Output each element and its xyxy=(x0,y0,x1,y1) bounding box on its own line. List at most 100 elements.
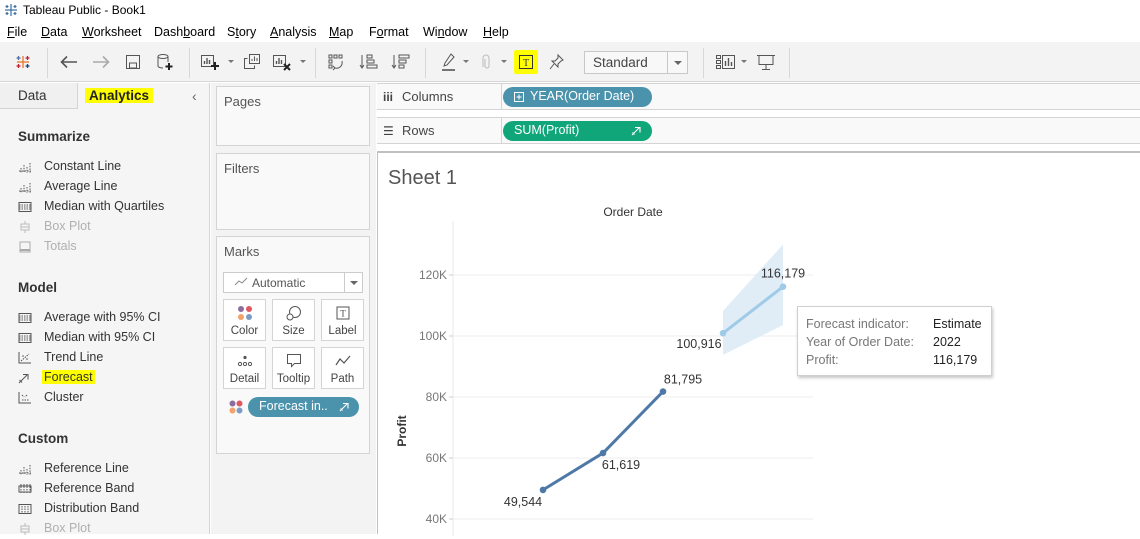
analytics-item-constant-line[interactable]: Constant Line xyxy=(18,159,198,177)
duplicate-sheet-icon[interactable] xyxy=(240,50,264,74)
marks-tooltip-button[interactable]: Tooltip xyxy=(272,347,315,389)
line-chart[interactable]: Order Date 40K 60K 80K 100K 120K Profit 49,544 6… xyxy=(378,153,1140,536)
expand-icon[interactable] xyxy=(514,92,524,102)
swap-rows-columns-icon[interactable] xyxy=(325,50,349,74)
save-icon[interactable] xyxy=(121,50,145,74)
fix-axes-icon[interactable] xyxy=(545,50,569,74)
tab-analytics[interactable]: Analytics xyxy=(78,83,210,109)
data-point[interactable] xyxy=(539,486,547,494)
menu-window[interactable]: Window xyxy=(423,25,467,39)
marks-label-button[interactable]: T Label xyxy=(321,299,364,341)
rows-pill[interactable]: SUM(Profit) xyxy=(503,121,652,141)
median-quartiles-icon xyxy=(18,202,32,212)
forecast-icon xyxy=(339,402,349,412)
menu-analysis[interactable]: Analysis xyxy=(270,25,317,39)
menu-dashboard[interactable]: Dashboard xyxy=(154,25,215,39)
series-line-actual[interactable] xyxy=(541,390,665,492)
tableau-logo-icon[interactable] xyxy=(11,50,35,74)
totals-icon xyxy=(19,241,31,253)
data-point[interactable] xyxy=(659,388,667,395)
columns-shelf-label: Columns xyxy=(402,89,454,104)
analytics-item-cluster[interactable]: Cluster xyxy=(18,390,198,408)
new-data-source-icon[interactable] xyxy=(153,50,177,74)
marks-label-label: Label xyxy=(328,325,357,337)
data-label: 61,619 xyxy=(602,458,640,472)
analytics-item-median-with-95-ci[interactable]: Median with 95% CI xyxy=(18,330,198,348)
collapse-pane-icon[interactable]: ‹ xyxy=(192,88,197,104)
marks-path-button[interactable]: Path xyxy=(321,347,364,389)
tab-data-label: Data xyxy=(18,88,47,103)
highlight-dropdown[interactable] xyxy=(463,60,469,63)
tooltip-value: 116,179 xyxy=(933,353,978,367)
filters-card[interactable]: Filters xyxy=(216,153,370,230)
color-icon xyxy=(237,306,252,320)
box-plot-icon xyxy=(20,221,30,233)
toolbar-separator xyxy=(425,48,426,78)
sort-ascending-icon[interactable] xyxy=(357,50,381,74)
menu-format[interactable]: Format xyxy=(369,25,409,39)
analytics-item-reference-band[interactable]: Reference Band xyxy=(18,481,198,499)
mark-type-select[interactable]: Automatic xyxy=(223,272,363,293)
data-point[interactable] xyxy=(719,329,727,337)
tooltip-value: Estimate xyxy=(933,317,982,331)
analytics-item-reference-line[interactable]: Reference Line xyxy=(18,461,198,479)
analytics-item-label: Reference Band xyxy=(44,481,135,495)
analytics-item-forecast[interactable]: Forecast xyxy=(18,370,198,388)
chevron-down-icon[interactable] xyxy=(667,52,687,73)
menu-worksheet[interactable]: Worksheet xyxy=(82,25,142,39)
menu-help[interactable]: Help xyxy=(483,25,509,39)
marks-size-label: Size xyxy=(282,325,305,337)
data-label: 81,795 xyxy=(664,373,702,387)
pages-card[interactable]: Pages xyxy=(216,86,370,146)
menu-map[interactable]: Map xyxy=(329,25,353,39)
group-members-dropdown[interactable] xyxy=(501,60,507,63)
columns-pill[interactable]: YEAR(Order Date) xyxy=(503,87,652,107)
sort-descending-icon[interactable] xyxy=(389,50,413,74)
show-me-icon[interactable] xyxy=(714,50,738,74)
data-point[interactable] xyxy=(599,449,607,457)
clear-sheet-dropdown[interactable] xyxy=(300,60,306,63)
presentation-mode-icon[interactable] xyxy=(754,50,778,74)
redo-icon[interactable] xyxy=(89,50,113,74)
analytics-item-distribution-band[interactable]: Distribution Band xyxy=(18,501,198,519)
data-label: 100,916 xyxy=(676,337,721,351)
mark-type-value: Automatic xyxy=(252,276,306,290)
marks-card-title: Marks xyxy=(224,244,260,259)
tab-data[interactable]: Data xyxy=(0,83,78,109)
forecast-icon xyxy=(631,126,641,136)
fit-select[interactable]: Standard xyxy=(584,51,688,74)
highlight-icon[interactable] xyxy=(437,50,461,74)
toolbar-separator xyxy=(703,48,704,78)
clear-sheet-icon[interactable] xyxy=(270,50,294,74)
analytics-item-average-with-95-ci[interactable]: Average with 95% CI xyxy=(18,310,198,328)
show-mark-labels-icon[interactable]: T xyxy=(514,50,538,74)
analytics-item-label: Box Plot xyxy=(44,219,91,233)
menu-story[interactable]: Story xyxy=(227,25,256,39)
marks-color-button[interactable]: Color xyxy=(223,299,266,341)
path-icon xyxy=(335,355,350,366)
tooltip-key: Year of Order Date: xyxy=(806,335,914,349)
analytics-item-median-with-quartiles[interactable]: Median with Quartiles xyxy=(18,199,198,217)
menu-file[interactable]: File xyxy=(7,25,27,39)
size-icon xyxy=(286,306,301,321)
reference-line-icon xyxy=(19,465,31,475)
new-worksheet-dropdown[interactable] xyxy=(228,60,234,63)
median-ci-icon xyxy=(18,333,32,343)
analytics-item-box-plot: Box Plot xyxy=(18,219,198,237)
cluster-icon xyxy=(18,392,31,404)
filters-card-title: Filters xyxy=(224,161,260,176)
show-me-dropdown[interactable] xyxy=(741,60,747,63)
analytics-item-trend-line[interactable]: Trend Line xyxy=(18,350,198,368)
marks-size-button[interactable]: Size xyxy=(272,299,315,341)
analytics-item-average-line[interactable]: Average Line xyxy=(18,179,198,197)
chevron-down-icon[interactable] xyxy=(344,273,362,292)
columns-shelf: iii Columns YEAR(Order Date) xyxy=(377,83,1140,110)
menu-data[interactable]: Data xyxy=(41,25,67,39)
data-point[interactable] xyxy=(779,283,787,290)
undo-icon[interactable] xyxy=(57,50,81,74)
forecast-indicator-pill[interactable]: Forecast in.. xyxy=(248,397,359,417)
new-worksheet-icon[interactable] xyxy=(198,50,222,74)
forecast-pill-label: Forecast in.. xyxy=(259,399,328,413)
group-members-icon[interactable] xyxy=(474,50,498,74)
marks-detail-button[interactable]: Detail xyxy=(223,347,266,389)
